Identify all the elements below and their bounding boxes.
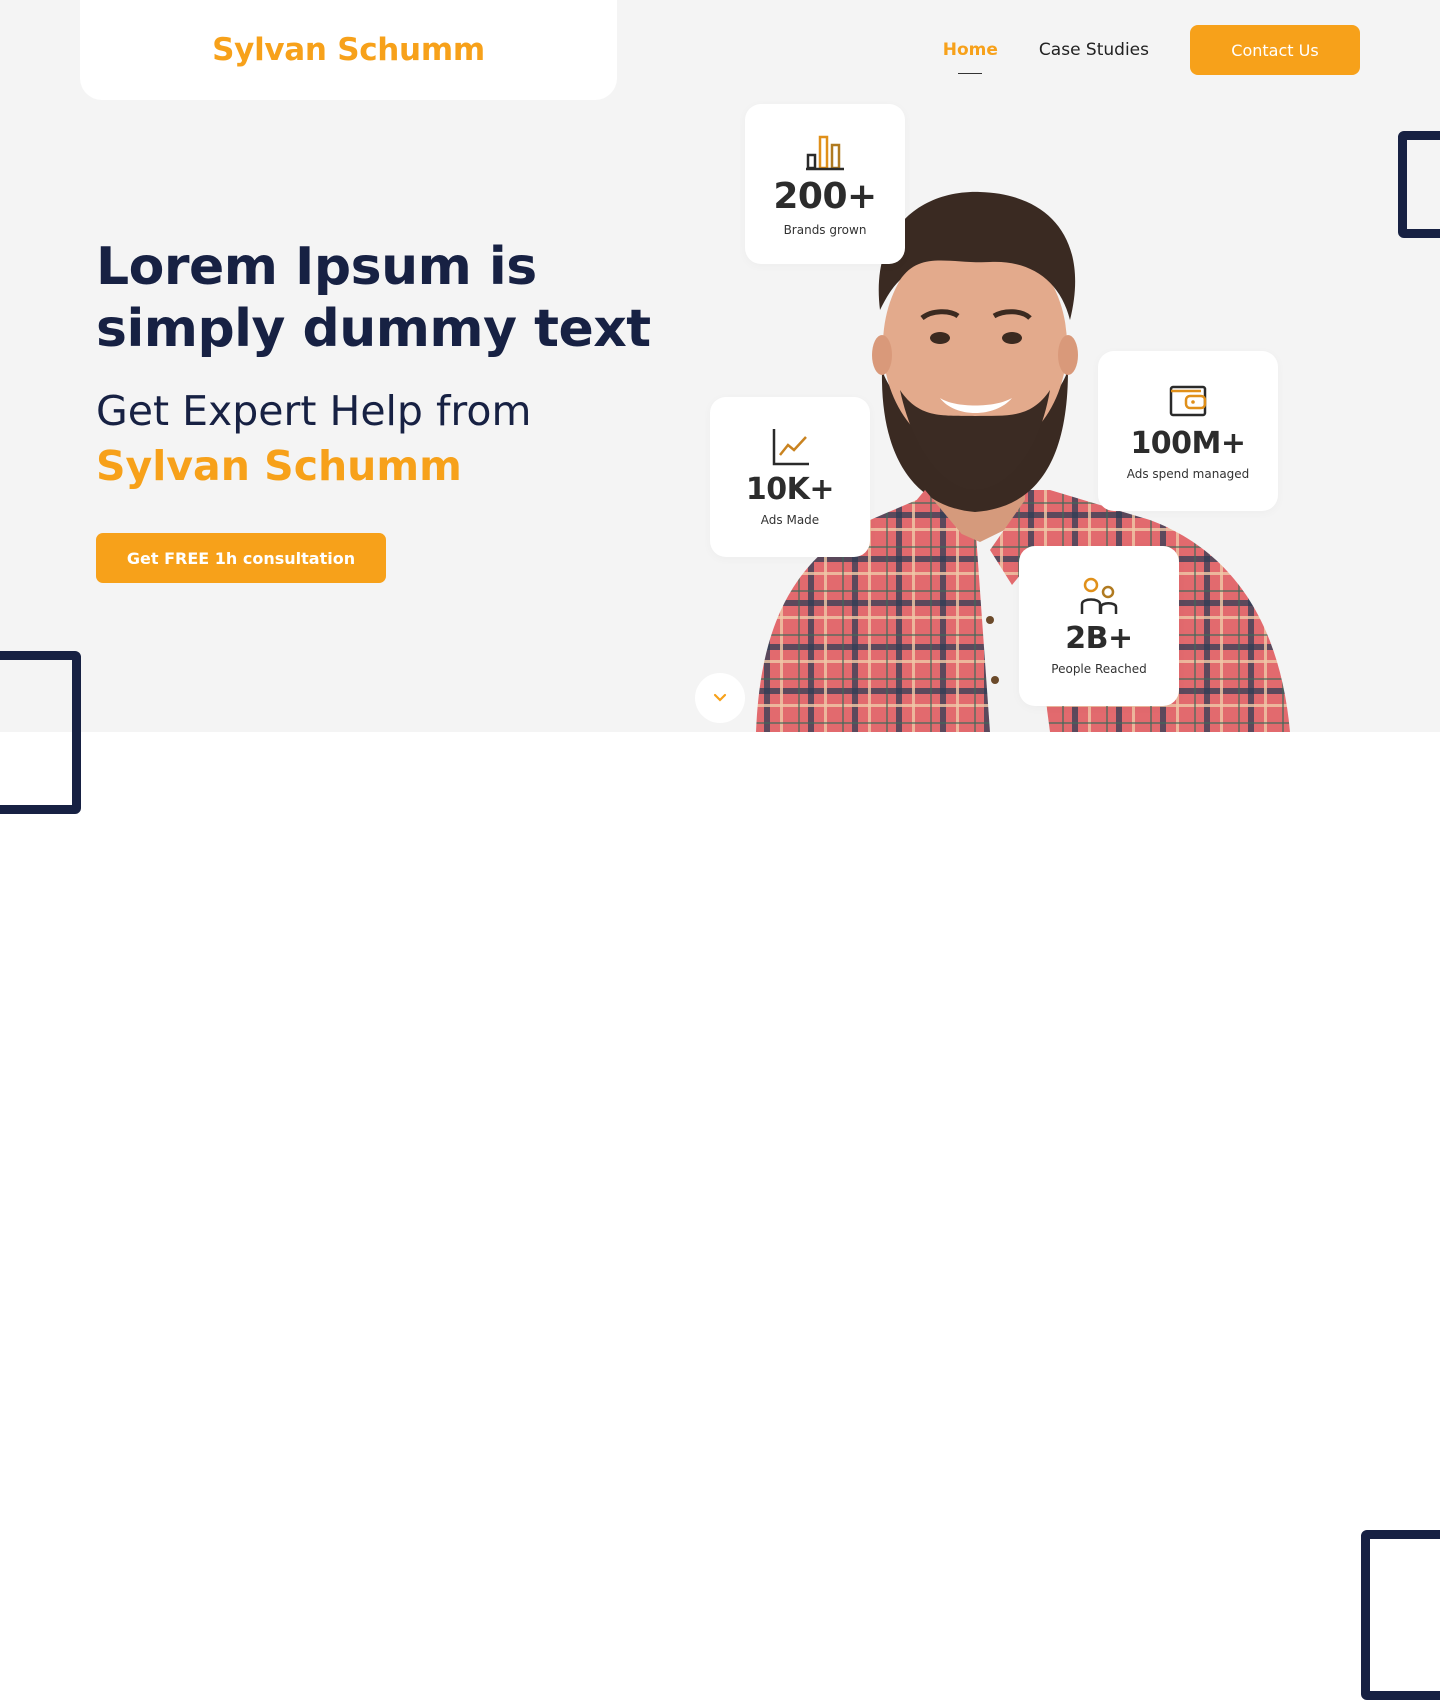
stat-value: 10K+ — [745, 472, 835, 507]
stat-card-ads-made: 10K+ Ads Made — [710, 397, 870, 557]
decorative-square-top-right — [1398, 131, 1440, 238]
stat-card-ads-spend: 100M+ Ads spend managed — [1098, 351, 1278, 511]
scroll-down-button[interactable] — [695, 673, 745, 723]
brand-logo[interactable]: Sylvan Schumm — [212, 32, 485, 68]
hero-subhead-text: Get Expert Help from — [96, 387, 532, 435]
contact-us-button[interactable]: Contact Us — [1190, 25, 1360, 75]
main-nav: Home Case Studies Contact Us — [943, 25, 1360, 75]
stat-value: 200+ — [773, 176, 877, 217]
wallet-icon — [1169, 385, 1207, 417]
line-chart-icon — [772, 429, 809, 466]
nav-home-label: Home — [942, 40, 998, 60]
nav-home-link[interactable]: Home — [942, 40, 998, 74]
hero-subhead: Get Expert Help from Sylvan Schumm — [96, 384, 696, 494]
hero-headline: Lorem Ipsum is simply dummy text — [96, 237, 651, 359]
decorative-square-left — [0, 651, 81, 814]
hero-subhead-name: Sylvan Schumm — [96, 442, 462, 490]
free-consultation-button[interactable]: Get FREE 1h consultation — [96, 533, 386, 583]
stat-card-people-reached: 2B+ People Reached — [1019, 546, 1179, 706]
chevron-down-icon — [713, 693, 727, 702]
active-nav-underline — [958, 72, 983, 74]
stat-value: 100M+ — [1130, 426, 1246, 461]
stat-card-brands: 200+ Brands grown — [745, 104, 905, 264]
stat-label: People Reached — [1051, 662, 1147, 676]
logo-card: Sylvan Schumm — [80, 0, 617, 100]
stat-label: Brands grown — [783, 223, 867, 237]
stat-value: 2B+ — [1065, 621, 1133, 656]
decorative-square-bottom-right — [1361, 1530, 1440, 1700]
nav-case-studies-link[interactable]: Case Studies — [1039, 40, 1149, 60]
bar-chart-icon — [806, 135, 844, 171]
people-icon — [1080, 577, 1118, 614]
stat-label: Ads spend managed — [1126, 467, 1250, 481]
stat-label: Ads Made — [760, 513, 820, 527]
